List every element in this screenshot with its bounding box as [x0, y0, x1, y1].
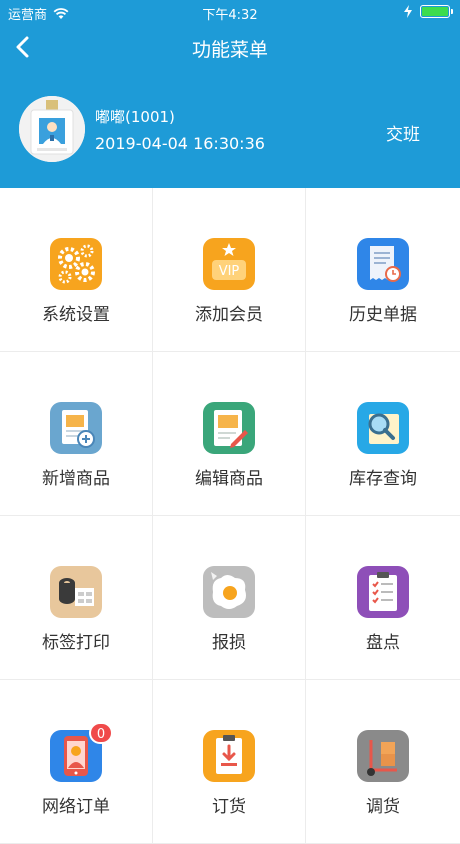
menu-item-system-settings[interactable]: 系统设置: [0, 188, 153, 352]
menu-item-history-receipts[interactable]: 历史单据: [306, 188, 460, 352]
svg-text:VIP: VIP: [219, 264, 240, 279]
order-goods-icon: [203, 730, 255, 782]
id-badge-icon: [19, 96, 85, 162]
menu-item-order-goods[interactable]: 订货: [153, 680, 306, 844]
menu-item-edit-product[interactable]: 编辑商品: [153, 352, 306, 516]
menu-item-label: 编辑商品: [195, 469, 263, 489]
menu-item-label: 系统设置: [42, 305, 110, 325]
menu-item-label: 添加会员: [195, 305, 263, 325]
menu-item-new-product[interactable]: 新增商品: [0, 352, 153, 516]
menu-item-report-loss[interactable]: 报损: [153, 516, 306, 680]
avatar: [19, 96, 85, 162]
menu-item-label: 盘点: [366, 633, 400, 653]
menu-item-label: 新增商品: [42, 469, 110, 489]
transfer-goods-icon: [357, 730, 409, 782]
checklist-clipboard-icon: [357, 566, 409, 618]
user-info: 嘟嘟(1001) 2019-04-04 16:30:36 交班: [0, 92, 460, 168]
online-order-count-badge: 0: [89, 722, 113, 744]
shift-change-button[interactable]: 交班: [386, 120, 420, 145]
status-time: 下午4:32: [202, 8, 258, 23]
add-product-icon: [50, 402, 102, 454]
menu-item-label-print[interactable]: 标签打印: [0, 516, 153, 680]
label-roll-icon: [50, 566, 102, 618]
gears-icon: [50, 238, 102, 290]
inventory-search-icon: [357, 402, 409, 454]
menu-item-label: 订货: [212, 797, 246, 817]
menu-item-transfer-goods[interactable]: 调货: [306, 680, 460, 844]
history-receipt-icon: [357, 238, 409, 290]
broken-egg-icon: [203, 566, 255, 618]
menu-item-label: 标签打印: [42, 633, 110, 653]
battery-icon: [420, 5, 453, 18]
menu-item-add-member[interactable]: VIP 添加会员: [153, 188, 306, 352]
menu-grid: 系统设置 VIP 添加会员 历史单据 新增商品 编辑商品 库存查询 标签打印 报…: [0, 188, 460, 844]
menu-item-label: 调货: [366, 797, 400, 817]
menu-item-online-orders[interactable]: 网络订单: [0, 680, 153, 844]
user-name: 嘟嘟(1001): [95, 108, 175, 126]
menu-item-label: 库存查询: [349, 469, 417, 489]
status-bar: 运营商 下午4:32: [0, 0, 460, 24]
charging-icon: [404, 5, 412, 18]
edit-product-icon: [203, 402, 255, 454]
login-datetime: 2019-04-04 16:30:36: [95, 134, 265, 153]
nav-bar: 功能菜单: [0, 24, 460, 70]
menu-item-label: 历史单据: [349, 305, 417, 325]
page-title: 功能菜单: [191, 39, 268, 61]
menu-item-label: 网络订单: [42, 797, 110, 817]
vip-icon: VIP: [203, 238, 255, 290]
menu-item-label: 报损: [212, 633, 246, 653]
menu-item-inventory-query[interactable]: 库存查询: [306, 352, 460, 516]
menu-item-stock-take[interactable]: 盘点: [306, 516, 460, 680]
